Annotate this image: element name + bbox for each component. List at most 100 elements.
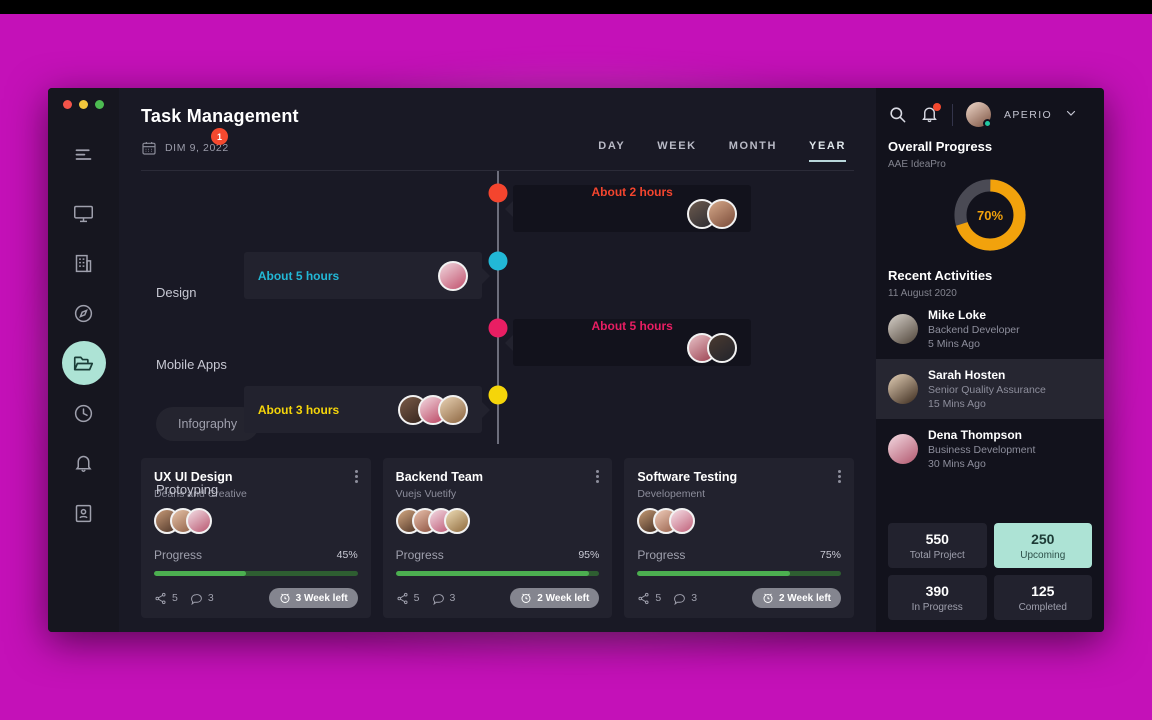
app-window: Task Management DIM 9, 2022 1 DAY WEEK M…	[48, 88, 1104, 632]
stat-in-progress[interactable]: 390 In Progress	[888, 575, 987, 620]
share-icon	[154, 592, 167, 605]
date-selector[interactable]: DIM 9, 2022 1	[141, 128, 229, 156]
notification-badge	[933, 103, 941, 111]
timeline: Design Mobile Apps Infography Protoyping…	[141, 171, 854, 497]
avatar	[186, 508, 212, 534]
project-subtitle: Developement	[637, 488, 706, 500]
alarm-clock-icon	[520, 592, 532, 604]
activity-role: Backend Developer	[928, 324, 1020, 336]
stat-upcoming[interactable]: 250 Upcoming	[993, 523, 1092, 568]
stat-label: Completed	[1018, 602, 1067, 613]
maximize-button[interactable]	[95, 100, 104, 109]
stat-value: 125	[1031, 583, 1055, 599]
comment-count[interactable]: 3	[673, 592, 697, 605]
tab-week[interactable]: WEEK	[657, 140, 696, 162]
folder-icon[interactable]	[61, 341, 106, 385]
timeline-node-3[interactable]	[488, 318, 507, 338]
comment-count-value: 3	[449, 592, 456, 604]
progress-bar	[395, 571, 600, 576]
timeline-card-4[interactable]: About 3 hours	[243, 386, 482, 433]
activity-item[interactable]: Sarah Hosten Senior Quality Assurance 15…	[876, 359, 1104, 419]
timeline-card-hours: About 3 hours	[257, 402, 340, 417]
avatar	[888, 314, 918, 344]
tab-year[interactable]: YEAR	[809, 140, 846, 162]
compass-icon[interactable]	[62, 291, 106, 335]
header-subrow: DIM 9, 2022 1 DAY WEEK MONTH YEAR	[141, 128, 854, 162]
clock-icon[interactable]	[62, 391, 106, 435]
avatar-group	[637, 508, 841, 534]
overall-progress-chart: 70%	[876, 170, 1104, 256]
tab-month[interactable]: MONTH	[729, 140, 777, 162]
user-name: APERIO	[1004, 108, 1053, 121]
stat-label: In Progress	[911, 602, 963, 613]
bell-icon[interactable]	[62, 441, 106, 485]
share-count[interactable]: 5	[396, 592, 420, 605]
stats-grid: 550 Total Project 250 Upcoming 390 In Pr…	[876, 518, 1104, 632]
stat-label: Total Project	[909, 550, 965, 561]
comment-count-value: 3	[691, 592, 698, 604]
minimize-button[interactable]	[79, 100, 88, 109]
search-icon[interactable]	[888, 105, 907, 124]
activity-name: Dena Thompson	[928, 428, 1023, 442]
monitor-icon[interactable]	[62, 191, 106, 235]
timeline-node-4[interactable]	[488, 385, 507, 405]
contact-card-icon[interactable]	[62, 491, 106, 535]
activity-role: Business Development	[928, 444, 1036, 456]
timeline-label-protoyping: Protoyping	[156, 482, 219, 497]
share-count[interactable]: 5	[637, 592, 661, 605]
building-icon[interactable]	[62, 241, 106, 285]
date-badge: 1	[211, 128, 228, 145]
comment-icon	[673, 592, 686, 605]
stat-completed[interactable]: 125 Completed	[993, 575, 1092, 620]
timeline-node-2[interactable]	[488, 251, 507, 271]
more-options-icon[interactable]	[838, 470, 842, 485]
project-subtitle: Vuejs Vuetify	[395, 488, 457, 500]
timeline-card-2[interactable]: About 5 hours	[243, 252, 482, 299]
timeline-card-hours: About 2 hours	[591, 185, 673, 199]
avatar	[669, 508, 696, 534]
time-left-text: 2 Week left	[778, 592, 832, 604]
avatar	[888, 434, 918, 464]
period-tabs[interactable]: DAY WEEK MONTH YEAR	[598, 140, 854, 162]
overall-progress-subtitle: AAE IdeaPro	[888, 159, 946, 170]
alarm-clock-icon	[279, 592, 291, 604]
share-count[interactable]: 5	[154, 592, 178, 605]
progress-label: Progress	[154, 548, 203, 562]
menu-icon[interactable]	[62, 133, 106, 177]
window-controls[interactable]	[63, 100, 104, 109]
time-left-badge: 2 Week left	[751, 588, 842, 608]
more-options-icon[interactable]	[596, 470, 600, 485]
avatar[interactable]	[966, 102, 992, 128]
comment-icon	[190, 592, 203, 605]
progress-value: 45%	[336, 549, 358, 561]
close-button[interactable]	[63, 100, 72, 109]
right-panel-toolbar: APERIO	[876, 88, 1104, 128]
toolbar-divider	[952, 103, 953, 126]
activity-item[interactable]: Mike Loke Backend Developer 5 Mins Ago	[876, 299, 1104, 359]
recent-activities-title: Recent Activities	[888, 268, 993, 283]
comment-count[interactable]: 3	[432, 592, 456, 605]
stat-label: Upcoming	[1020, 550, 1066, 561]
stat-value: 550	[925, 531, 949, 547]
activity-item[interactable]: Dena Thompson Business Development 30 Mi…	[876, 419, 1104, 479]
comment-count[interactable]: 3	[190, 592, 214, 605]
avatar-group	[687, 199, 738, 229]
timeline-node-1[interactable]	[488, 183, 507, 203]
stat-total-project[interactable]: 550 Total Project	[888, 523, 987, 568]
tab-day[interactable]: DAY	[598, 140, 625, 162]
avatar	[443, 508, 470, 534]
timeline-card-3[interactable]: About 5 hours	[513, 319, 752, 366]
timeline-card-1[interactable]: About 2 hours	[513, 185, 752, 232]
progress-percent-label: 70%	[976, 207, 1004, 223]
project-card[interactable]: Backend Team Vuejs Vuetify Progress 95%	[382, 458, 613, 618]
calendar-icon	[141, 140, 157, 156]
progress-label: Progress	[395, 548, 444, 562]
chevron-down-icon[interactable]	[1065, 107, 1077, 122]
time-left-text: 2 Week left	[537, 592, 590, 604]
time-left-text: 3 Week left	[295, 592, 348, 604]
more-options-icon[interactable]	[354, 470, 358, 485]
notification-bell-icon[interactable]	[920, 103, 941, 124]
avatar	[437, 260, 468, 291]
time-left-badge: 3 Week left	[268, 588, 358, 608]
project-card[interactable]: Software Testing Developement Progress 7…	[624, 458, 855, 618]
